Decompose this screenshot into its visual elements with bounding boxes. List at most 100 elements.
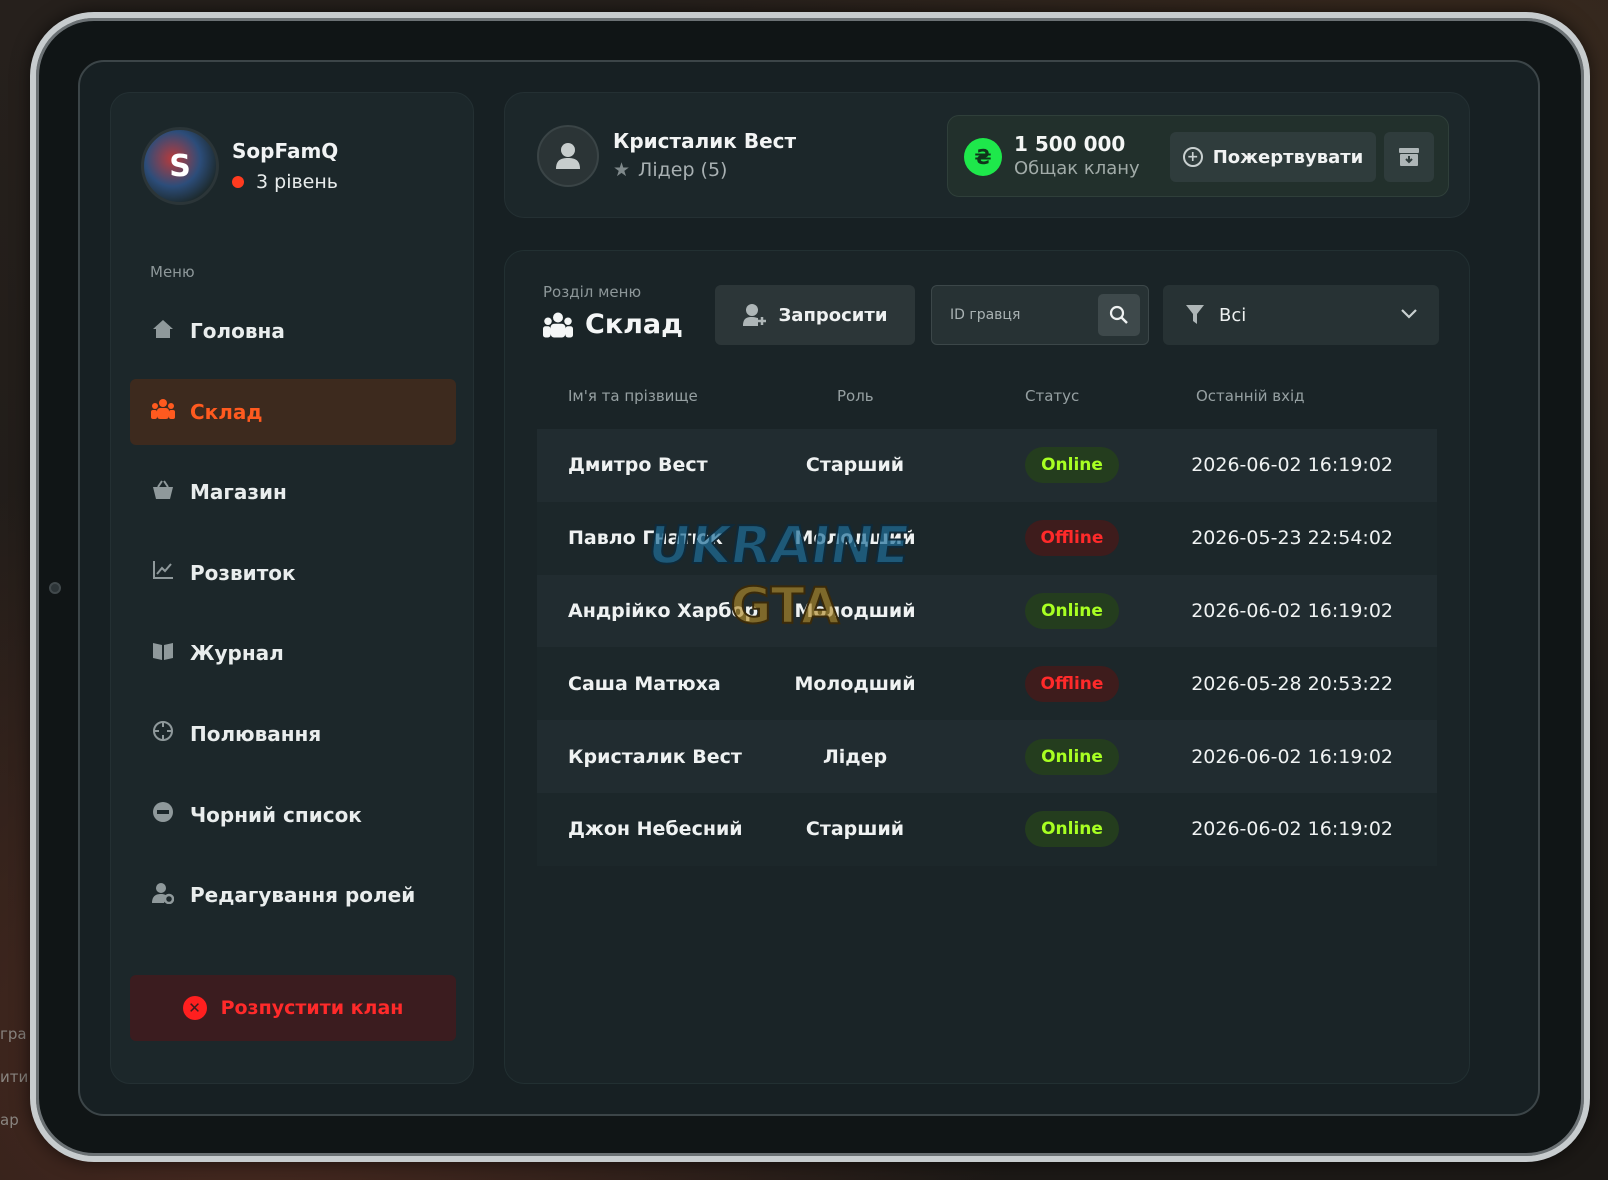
column-header-last-login: Останній вхід	[1196, 387, 1305, 405]
member-role: Молодший	[794, 599, 916, 622]
tablet-camera	[49, 582, 61, 594]
table-row[interactable]: Саша Матюха Молодший Offline 2026-05-28 …	[537, 647, 1437, 721]
sidebar-item-label: Розвиток	[190, 560, 296, 585]
status-badge: Offline	[1025, 665, 1119, 702]
member-status-cell: Online	[1025, 720, 1119, 793]
member-name: Андрійко Харбор	[568, 599, 759, 622]
user-avatar	[537, 125, 599, 187]
bank-amount: 1 500 000	[1014, 132, 1126, 156]
search-input[interactable]	[932, 286, 1092, 344]
user-name: Кристалик Вест	[613, 129, 797, 153]
member-role: Лідер	[822, 745, 888, 768]
sidebar-item-label: Полювання	[190, 721, 322, 746]
plus-circle-icon: +	[1182, 147, 1203, 167]
background-text: ити	[0, 1068, 29, 1086]
member-name: Павло Гнатюк	[568, 527, 723, 550]
people-icon	[543, 312, 573, 337]
home-icon	[150, 319, 176, 344]
sidebar-item-blacklist[interactable]: Чорний список	[130, 782, 456, 848]
sidebar-item-label: Магазин	[190, 480, 287, 505]
clan-name: SopFamQ	[232, 139, 339, 163]
basket-icon	[150, 480, 176, 505]
archive-button[interactable]	[1384, 132, 1434, 182]
table-row[interactable]: Дмитро Вест Старший Online 2026-06-02 16…	[537, 429, 1437, 502]
status-badge: Online	[1025, 592, 1119, 629]
sidebar-item-label: Головна	[190, 319, 285, 343]
clan-avatar: S	[141, 127, 219, 205]
member-status-cell: Offline	[1025, 647, 1119, 720]
member-status-cell: Online	[1025, 793, 1119, 866]
user-gear-icon	[150, 882, 176, 909]
members-table: Дмитро Вест Старший Online 2026-06-02 16…	[537, 429, 1437, 866]
filter-icon	[1186, 305, 1204, 324]
page-title: Склад	[543, 309, 683, 340]
member-name: Саша Матюха	[568, 672, 721, 695]
sidebar-item-shop[interactable]: Магазин	[130, 459, 456, 525]
status-badge: Online	[1025, 738, 1119, 775]
member-name: Дмитро Вест	[568, 454, 708, 477]
sidebar-item-label: Чорний список	[190, 802, 362, 827]
table-row[interactable]: Павло Гнатюк Молодший Offline 2026-05-23…	[537, 501, 1437, 575]
member-status-cell: Online	[1025, 429, 1119, 502]
clan-level: 3 рівень	[232, 171, 338, 193]
disband-clan-button[interactable]: ✕ Розпустити клан	[130, 975, 456, 1041]
donate-button[interactable]: + Пожертвувати	[1170, 132, 1376, 182]
status-badge: Online	[1025, 811, 1119, 848]
member-last-login: 2026-06-02 16:19:02	[1191, 454, 1393, 477]
chart-icon	[150, 560, 176, 585]
user-icon	[556, 143, 580, 169]
column-header-status: Статус	[1025, 387, 1080, 405]
close-icon: ✕	[182, 996, 207, 1020]
member-last-login: 2026-06-02 16:19:02	[1191, 599, 1393, 622]
sidebar-item-development[interactable]: Розвиток	[130, 540, 456, 606]
status-badge: Offline	[1025, 520, 1119, 557]
sidebar-item-label: Склад	[190, 399, 263, 424]
member-status-cell: Online	[1025, 575, 1119, 648]
invite-button[interactable]: Запросити	[715, 285, 915, 345]
member-last-login: 2026-06-02 16:19:02	[1191, 745, 1393, 768]
search-icon	[1109, 305, 1128, 324]
sidebar-item-home[interactable]: Головна	[130, 298, 456, 364]
invite-label: Запросити	[778, 304, 888, 326]
member-status-cell: Offline	[1025, 502, 1119, 575]
donate-label: Пожертвувати	[1212, 146, 1364, 168]
table-row[interactable]: Кристалик Вест Лідер Online 2026-06-02 1…	[537, 720, 1437, 793]
table-row[interactable]: Андрійко Харбор Молодший Online 2026-06-…	[537, 574, 1437, 648]
sidebar-item-label: Журнал	[190, 641, 284, 666]
header-card: Кристалик Вест ★ Лідер (5) ₴ 1 500 000 О…	[504, 92, 1470, 218]
sidebar-item-storage[interactable]: Склад	[130, 378, 456, 445]
clan-bank: ₴ 1 500 000 Общак клану + Пожертвувати	[947, 115, 1449, 197]
background-text: ар	[0, 1111, 19, 1129]
member-role: Старший	[805, 454, 905, 477]
status-filter-select[interactable]: Всі	[1163, 285, 1439, 345]
menu-list: Головна Склад Магазин Розвиток Журнал По…	[130, 298, 456, 943]
player-id-search	[931, 285, 1149, 345]
member-role: Молодший	[794, 672, 916, 695]
member-role: Старший	[805, 818, 905, 841]
archive-icon	[1399, 148, 1419, 166]
member-name: Кристалик Вест	[568, 745, 742, 768]
menu-caption: Меню	[150, 263, 195, 281]
star-icon: ★	[613, 159, 631, 181]
level-dot-icon	[232, 176, 244, 188]
table-row[interactable]: Джон Небесний Старший Online 2026-06-02 …	[537, 792, 1437, 866]
column-header-name: Ім'я та прізвище	[568, 387, 698, 405]
member-role: Молодший	[794, 527, 916, 550]
member-last-login: 2026-05-28 20:53:22	[1191, 672, 1393, 695]
clan-avatar-letter: S	[169, 148, 191, 184]
table-header: Ім'я та прізвище Роль Статус Останній вх…	[537, 387, 1437, 417]
crosshair-icon	[150, 720, 176, 747]
member-name: Джон Небесний	[568, 818, 743, 841]
block-icon	[150, 801, 176, 828]
member-last-login: 2026-05-23 22:54:02	[1191, 527, 1393, 550]
filter-value: Всі	[1219, 304, 1247, 326]
disband-label: Розпустити клан	[220, 997, 404, 1019]
page-title-text: Склад	[585, 309, 683, 340]
sidebar-item-roles[interactable]: Редагування ролей	[130, 862, 456, 928]
sidebar-item-label: Редагування ролей	[190, 883, 416, 908]
sidebar-item-journal[interactable]: Журнал	[130, 620, 456, 686]
sidebar-item-hunting[interactable]: Полювання	[130, 701, 456, 767]
people-icon	[150, 398, 176, 425]
search-button[interactable]	[1098, 294, 1140, 336]
column-header-role: Роль	[837, 387, 874, 405]
